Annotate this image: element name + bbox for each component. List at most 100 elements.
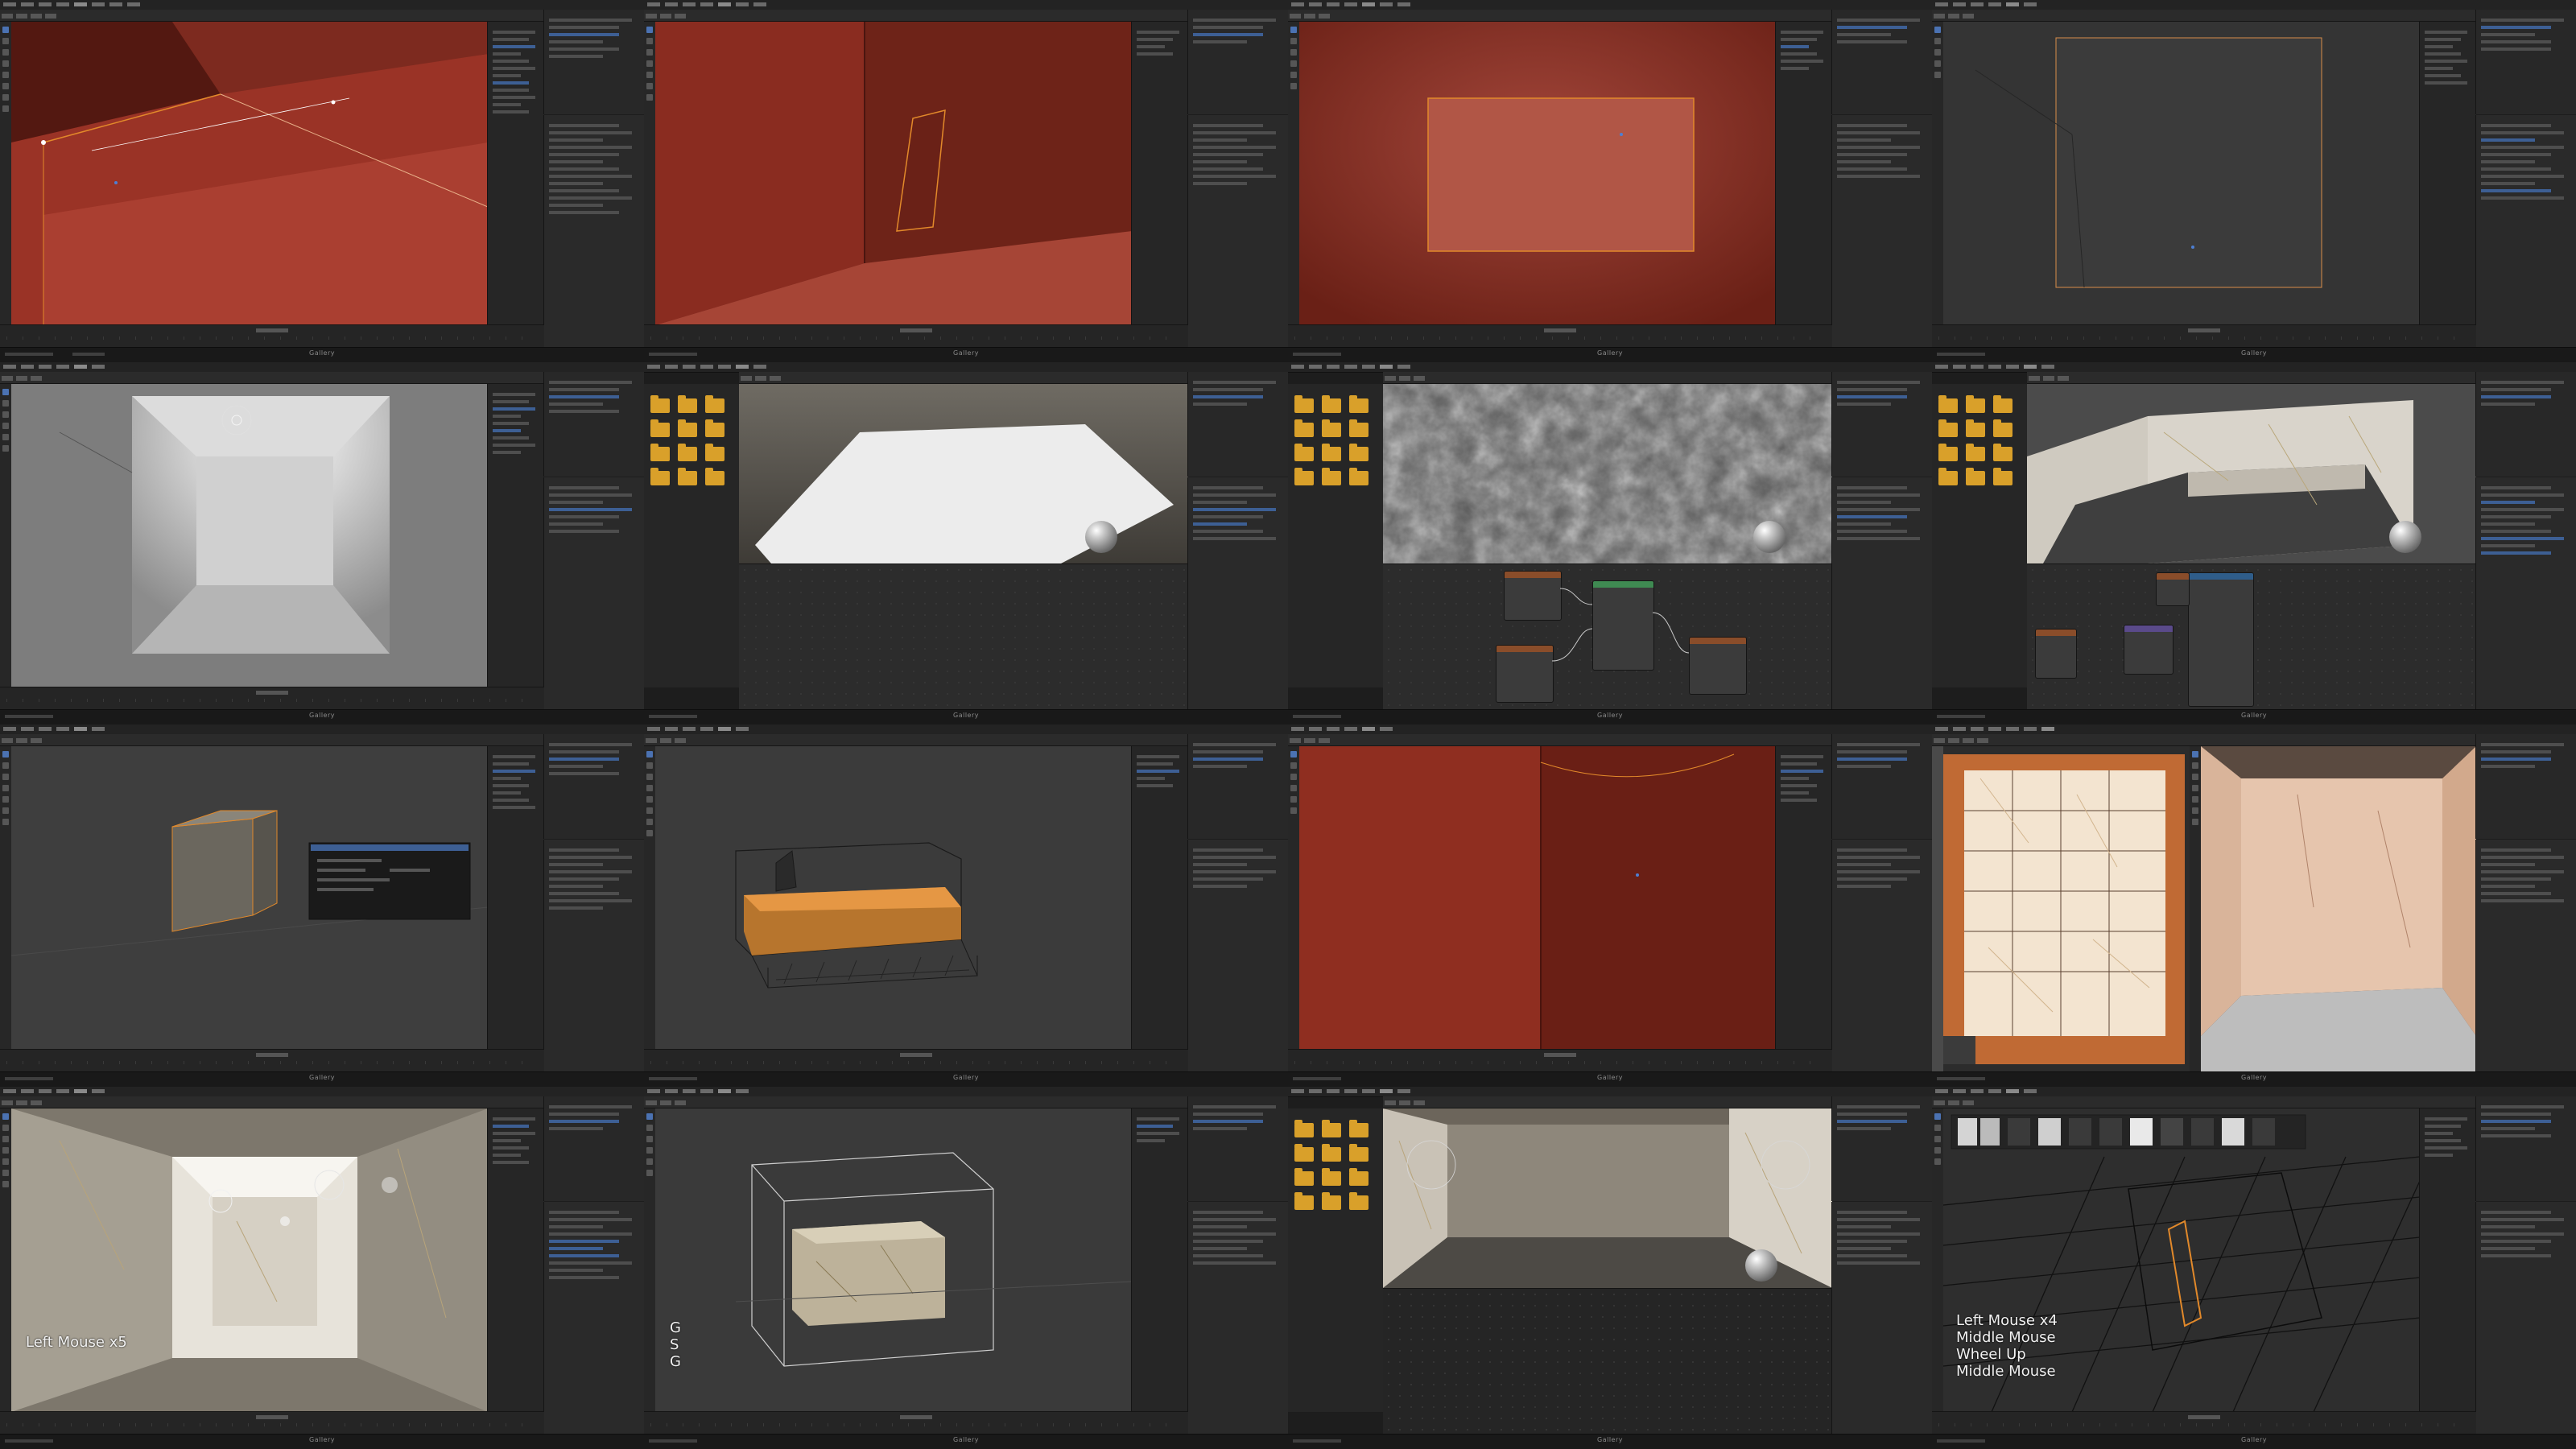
folder-icon[interactable] [1966,468,1985,485]
folder-icon[interactable] [1349,1168,1368,1186]
properties-panel[interactable] [543,477,644,710]
sidebar-panel[interactable] [2419,22,2476,325]
folder-icon[interactable] [1322,1168,1341,1186]
properties-panel[interactable] [2475,840,2576,1072]
folder-icon[interactable] [1294,444,1314,461]
outliner-panel[interactable] [1187,372,1288,477]
outliner-panel[interactable] [2475,734,2576,839]
properties-panel[interactable] [1187,115,1288,348]
folder-icon[interactable] [1993,468,2013,485]
properties-panel[interactable] [543,840,644,1072]
folder-icon[interactable] [1322,468,1341,485]
3d-viewport[interactable]: Left Mouse x4 Middle Mouse Wheel Up Midd… [1943,1108,2420,1412]
3d-viewport[interactable] [11,384,488,687]
folder-icon[interactable] [705,395,724,413]
tool-shelf[interactable] [0,22,12,325]
properties-panel[interactable] [1187,477,1288,710]
folder-icon[interactable] [650,468,670,485]
properties-panel[interactable] [1831,840,1932,1072]
3d-viewport[interactable] [1383,384,1832,564]
tool-shelf[interactable] [1932,22,1944,325]
folder-icon[interactable] [678,468,697,485]
tool-shelf[interactable] [0,746,12,1050]
outliner-panel[interactable] [1831,734,1932,839]
timeline[interactable] [1932,324,2476,348]
folder-icon[interactable] [1349,1144,1368,1162]
folder-icon[interactable] [1322,419,1341,437]
folder-icon[interactable] [650,444,670,461]
file-browser[interactable] [644,384,740,687]
folder-icon[interactable] [1993,395,2013,413]
folder-icon[interactable] [1322,1144,1341,1162]
folder-icon[interactable] [705,419,724,437]
tool-shelf[interactable] [2190,746,2202,1072]
sidebar-panel[interactable] [1131,22,1188,325]
timeline[interactable] [0,1411,544,1435]
folder-icon[interactable] [1993,419,2013,437]
properties-panel[interactable] [543,115,644,348]
tool-shelf[interactable] [0,384,12,687]
viewport-header[interactable] [644,1096,1188,1108]
timeline[interactable] [1288,1049,1832,1072]
viewport-header[interactable] [2027,372,2476,384]
properties-panel[interactable] [2475,115,2576,348]
folder-icon[interactable] [678,419,697,437]
folder-icon[interactable] [1349,419,1368,437]
properties-panel[interactable] [1831,477,1932,710]
sidebar-panel[interactable] [487,746,544,1050]
folder-icon[interactable] [1294,1144,1314,1162]
3d-viewport[interactable] [1943,22,2420,325]
properties-panel[interactable] [1187,1202,1288,1435]
folder-icon[interactable] [1349,444,1368,461]
sidebar-panel[interactable] [1775,22,1832,325]
node-editor[interactable] [1383,564,1832,710]
outliner-panel[interactable] [543,10,644,114]
folder-icon[interactable] [678,395,697,413]
viewport-header[interactable] [0,734,544,746]
sidebar-panel[interactable] [1775,746,1832,1050]
value-node[interactable] [2156,572,2190,606]
folder-icon[interactable] [705,468,724,485]
3d-viewport[interactable]: Left Mouse x5 [11,1108,488,1412]
timeline[interactable] [0,324,544,348]
folder-icon[interactable] [1294,419,1314,437]
texture-node[interactable] [2035,629,2077,679]
viewport-header[interactable] [644,734,1188,746]
properties-panel[interactable] [2475,477,2576,710]
outliner-panel[interactable] [543,372,644,477]
tool-shelf[interactable] [644,22,656,325]
3d-viewport[interactable] [739,384,1188,564]
timeline[interactable] [1288,324,1832,348]
viewport-header[interactable] [1932,1096,2476,1108]
folder-icon[interactable] [1966,395,1985,413]
viewport-header[interactable] [1383,372,1832,384]
3d-viewport[interactable] [1299,22,1776,325]
tool-shelf[interactable] [644,746,656,1050]
viewport-header[interactable] [644,10,1188,22]
folder-icon[interactable] [1938,419,1958,437]
viewport-header[interactable] [0,372,544,384]
folder-icon[interactable] [1322,1192,1341,1210]
viewport-header[interactable] [1288,734,1832,746]
folder-icon[interactable] [1349,468,1368,485]
properties-panel[interactable] [1187,840,1288,1072]
viewport-header[interactable] [1288,10,1832,22]
3d-viewport[interactable] [2027,384,2476,564]
3d-viewport[interactable] [1299,746,1776,1050]
folder-icon[interactable] [1966,419,1985,437]
timeline[interactable] [644,1411,1188,1435]
folder-icon[interactable] [1294,1120,1314,1137]
outliner-panel[interactable] [2475,10,2576,114]
file-browser[interactable] [1288,384,1384,687]
sidebar-panel[interactable] [1131,746,1188,1050]
node-editor[interactable] [1383,1288,1832,1435]
timeline[interactable] [0,687,544,710]
folder-icon[interactable] [1294,468,1314,485]
sidebar-panel[interactable] [1131,1108,1188,1412]
folder-icon[interactable] [1938,468,1958,485]
mapping-node[interactable] [2124,625,2174,675]
outliner-panel[interactable] [1187,10,1288,114]
3d-viewport[interactable] [655,746,1132,1050]
folder-icon[interactable] [650,395,670,413]
3d-viewport[interactable] [655,22,1132,325]
